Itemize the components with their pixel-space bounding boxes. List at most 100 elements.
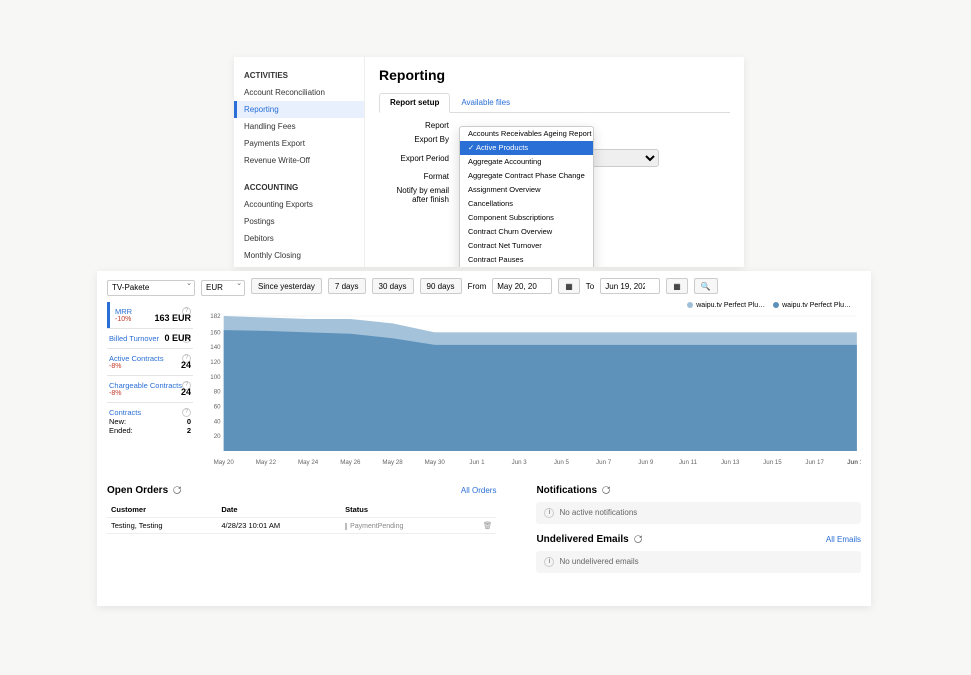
nav-postings[interactable]: Postings <box>234 213 364 230</box>
nav-revenue-writeoff[interactable]: Revenue Write-Off <box>234 152 364 169</box>
from-label: From <box>468 282 487 291</box>
search-button[interactable]: 🔍 <box>694 278 718 294</box>
label-export-by: Export By <box>379 135 459 144</box>
svg-text:May 26: May 26 <box>340 459 361 466</box>
report-option-selected[interactable]: ✓ Active Products <box>460 141 593 155</box>
chart-svg: 20406080100120140160182May 20May 22May 2… <box>201 312 861 467</box>
filter-select[interactable]: TV-Pakete <box>107 280 195 296</box>
kpi-column: ? MRR -10% 163 EUR ? Billed Turnover 0 E… <box>107 302 193 467</box>
report-main: Reporting Report setup Available files R… <box>365 57 744 267</box>
calendar-icon: ▦ <box>673 282 681 291</box>
label-notify: Notify by email after finish <box>379 186 459 204</box>
chart-legend: waipu.tv Perfect Plu… waipu.tv Perfect P… <box>687 302 851 309</box>
delete-icon[interactable]: 🗑 <box>483 521 493 530</box>
report-option[interactable]: Contract Phase Change <box>460 267 593 268</box>
kpi-mrr[interactable]: ? MRR -10% 163 EUR <box>107 302 193 328</box>
emails-title: Undelivered Emails <box>536 534 628 545</box>
svg-text:160: 160 <box>210 329 221 336</box>
notifications-empty: i No active notifications <box>536 502 861 524</box>
notifications-title: Notifications <box>536 485 597 496</box>
open-orders-table: Customer Date Status Testing, Testing 4/… <box>107 502 496 534</box>
legend-dot-icon <box>687 302 693 308</box>
report-option[interactable]: Contract Pauses <box>460 253 593 267</box>
to-date-input[interactable] <box>600 278 660 294</box>
info-icon: i <box>544 508 554 518</box>
svg-text:100: 100 <box>210 373 221 380</box>
nav-handling-fees[interactable]: Handling Fees <box>234 118 364 135</box>
search-icon: 🔍 <box>701 282 711 291</box>
svg-text:Jun 19: Jun 19 <box>847 459 861 466</box>
report-option[interactable]: Aggregate Accounting <box>460 155 593 169</box>
7days-button[interactable]: 7 days <box>328 278 366 294</box>
legend-dot-icon <box>773 302 779 308</box>
svg-text:Jun 5: Jun 5 <box>554 459 570 466</box>
svg-text:Jun 17: Jun 17 <box>805 459 824 466</box>
activities-sidebar: ACTIVITIES Account Reconciliation Report… <box>234 57 365 267</box>
emails-empty: i No undelivered emails <box>536 551 861 573</box>
report-option[interactable]: Assignment Overview <box>460 183 593 197</box>
svg-text:Jun 9: Jun 9 <box>638 459 654 466</box>
kpi-contracts[interactable]: ? Contracts New:0 Ended:2 <box>107 402 193 440</box>
label-export-period: Export Period <box>379 154 459 163</box>
svg-text:60: 60 <box>214 403 221 410</box>
table-row[interactable]: Testing, Testing 4/28/23 10:01 AM Paymen… <box>107 517 496 533</box>
svg-text:May 30: May 30 <box>425 459 446 466</box>
from-date-input[interactable] <box>492 278 552 294</box>
report-option[interactable]: Cancellations <box>460 197 593 211</box>
col-status: Status <box>341 502 464 518</box>
kpi-chargeable-contracts[interactable]: ? Chargeable Contracts -8% 24 <box>107 375 193 402</box>
nav-debitors[interactable]: Debitors <box>234 230 364 247</box>
report-option[interactable]: Contract Churn Overview <box>460 225 593 239</box>
svg-text:May 20: May 20 <box>214 459 235 466</box>
tab-available-files[interactable]: Available files <box>450 93 521 112</box>
report-option[interactable]: Accounts Receivables Ageing Report <box>460 127 593 141</box>
svg-text:May 22: May 22 <box>256 459 277 466</box>
calendar-icon: ▦ <box>565 282 573 291</box>
open-orders-section: Open Orders All Orders Customer Date Sta… <box>107 485 496 583</box>
svg-text:Jun 7: Jun 7 <box>596 459 612 466</box>
all-emails-link[interactable]: All Emails <box>826 535 861 544</box>
col-customer: Customer <box>107 502 217 518</box>
refresh-icon[interactable] <box>633 534 643 544</box>
svg-text:Jun 11: Jun 11 <box>679 459 698 466</box>
report-option[interactable]: Contract Net Turnover <box>460 239 593 253</box>
svg-text:182: 182 <box>210 313 221 320</box>
from-calendar-button[interactable]: ▦ <box>558 278 580 294</box>
label-report: Report <box>379 121 459 130</box>
nav-accounting-exports[interactable]: Accounting Exports <box>234 196 364 213</box>
label-format: Format <box>379 172 459 181</box>
nav-monthly-closing[interactable]: Monthly Closing <box>234 247 364 264</box>
currency-select[interactable]: EUR <box>201 280 245 296</box>
90days-button[interactable]: 90 days <box>420 278 462 294</box>
info-icon[interactable]: ? <box>182 408 191 417</box>
tabs: Report setup Available files <box>379 93 730 113</box>
page-title: Reporting <box>379 67 730 83</box>
report-option[interactable]: Component Subscriptions <box>460 211 593 225</box>
to-label: To <box>586 282 594 291</box>
reporting-panel: ACTIVITIES Account Reconciliation Report… <box>234 57 744 267</box>
svg-text:140: 140 <box>210 344 221 351</box>
svg-text:40: 40 <box>214 418 221 425</box>
nav-account-reconciliation[interactable]: Account Reconciliation <box>234 84 364 101</box>
report-dropdown[interactable]: Accounts Receivables Ageing Report ✓ Act… <box>459 126 594 268</box>
since-yesterday-button[interactable]: Since yesterday <box>251 278 322 294</box>
all-orders-link[interactable]: All Orders <box>461 486 497 495</box>
30days-button[interactable]: 30 days <box>372 278 414 294</box>
status-badge: PaymentPending <box>345 523 403 530</box>
mrr-chart: waipu.tv Perfect Plu… waipu.tv Perfect P… <box>201 302 861 467</box>
activities-heading: ACTIVITIES <box>234 67 364 84</box>
refresh-icon[interactable] <box>601 485 611 495</box>
dashboard-panel: TV-Pakete EUR Since yesterday 7 days 30 … <box>97 271 871 606</box>
kpi-active-contracts[interactable]: ? Active Contracts -8% 24 <box>107 348 193 375</box>
nav-reporting[interactable]: Reporting <box>234 101 364 118</box>
tab-report-setup[interactable]: Report setup <box>379 93 450 113</box>
svg-text:Jun 3: Jun 3 <box>512 459 528 466</box>
report-option[interactable]: Aggregate Contract Phase Change <box>460 169 593 183</box>
svg-text:May 28: May 28 <box>382 459 403 466</box>
kpi-billed-turnover[interactable]: ? Billed Turnover 0 EUR <box>107 328 193 348</box>
nav-payments-export[interactable]: Payments Export <box>234 135 364 152</box>
svg-text:Jun 13: Jun 13 <box>721 459 740 466</box>
to-calendar-button[interactable]: ▦ <box>666 278 688 294</box>
refresh-icon[interactable] <box>172 485 182 495</box>
open-orders-title: Open Orders <box>107 485 168 496</box>
